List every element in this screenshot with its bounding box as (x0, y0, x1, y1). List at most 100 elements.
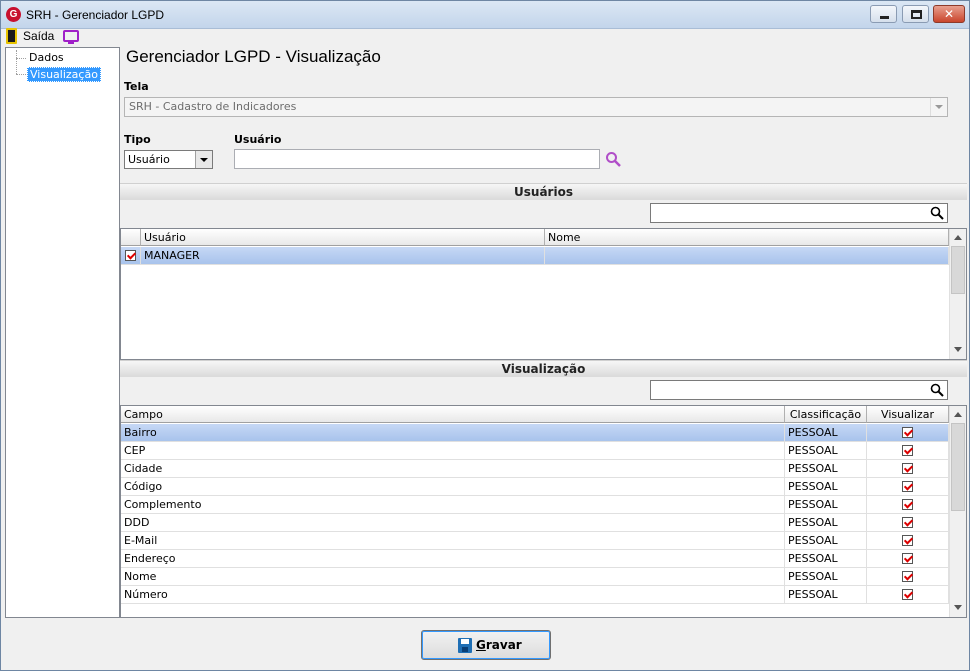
window-title: SRH - Gerenciador LGPD (26, 8, 165, 22)
cell-visualizar[interactable] (867, 478, 949, 496)
save-button[interactable]: Gravar (421, 630, 551, 660)
cell-campo: Complemento (121, 496, 785, 514)
tela-select[interactable]: SRH - Cadastro de Indicadores (124, 97, 948, 117)
save-label-rest: ravar (485, 638, 522, 652)
usuarios-section-header: Usuários (120, 183, 967, 200)
vertical-scrollbar[interactable] (949, 406, 966, 617)
visualizar-checkbox[interactable] (902, 553, 913, 564)
checkbox-column-header[interactable] (121, 229, 141, 246)
close-button[interactable]: ✕ (933, 5, 965, 23)
tree-connector (16, 50, 17, 74)
tipo-select[interactable]: Usuário (124, 150, 213, 169)
visualizacao-grid: Campo Classificação Visualizar Bairro PES… (120, 405, 967, 618)
table-row[interactable]: Cidade PESSOAL (121, 460, 949, 478)
cell-campo: E-Mail (121, 532, 785, 550)
table-row[interactable]: Código PESSOAL (121, 478, 949, 496)
tipo-select-value: Usuário (128, 153, 170, 166)
table-row[interactable]: E-Mail PESSOAL (121, 532, 949, 550)
scroll-down-icon[interactable] (954, 347, 962, 352)
column-header-campo[interactable]: Campo (121, 406, 785, 423)
search-icon[interactable] (930, 206, 944, 220)
cell-campo: Bairro (121, 424, 785, 442)
visualizar-checkbox[interactable] (902, 535, 913, 546)
cell-campo: Número (121, 586, 785, 604)
cell-visualizar[interactable] (867, 460, 949, 478)
visualizar-checkbox[interactable] (902, 499, 913, 510)
maximize-button[interactable] (902, 5, 929, 23)
usuarios-grid: Usuário Nome MANAGER (120, 228, 967, 360)
cell-classificacao: PESSOAL (785, 514, 867, 532)
cell-visualizar[interactable] (867, 496, 949, 514)
row-checkbox[interactable] (125, 250, 136, 261)
row-check-cell[interactable] (121, 247, 141, 265)
usuarios-filter-input[interactable] (650, 203, 948, 223)
save-button-label: Gravar (476, 638, 522, 652)
visualizar-checkbox[interactable] (902, 571, 913, 582)
cell-visualizar[interactable] (867, 442, 949, 460)
cell-visualizar[interactable] (867, 586, 949, 604)
cell-campo: DDD (121, 514, 785, 532)
table-row[interactable]: Endereço PESSOAL (121, 550, 949, 568)
visualizar-checkbox[interactable] (902, 445, 913, 456)
cell-campo: Cidade (121, 460, 785, 478)
column-header-nome[interactable]: Nome (545, 229, 949, 246)
scroll-down-icon[interactable] (954, 605, 962, 610)
cell-visualizar[interactable] (867, 424, 949, 442)
cell-usuario: MANAGER (141, 247, 545, 265)
cell-classificacao: PESSOAL (785, 532, 867, 550)
cell-visualizar[interactable] (867, 532, 949, 550)
cell-campo: Nome (121, 568, 785, 586)
exit-door-icon[interactable] (6, 28, 17, 44)
visualizar-checkbox[interactable] (902, 463, 913, 474)
exit-menu-item[interactable]: Saída (23, 29, 54, 44)
usuario-input[interactable] (234, 149, 600, 169)
minimize-icon (880, 16, 889, 19)
cell-classificacao: PESSOAL (785, 442, 867, 460)
column-header-visualizar[interactable]: Visualizar (867, 406, 949, 423)
chevron-down-icon[interactable] (930, 98, 947, 116)
cell-visualizar[interactable] (867, 550, 949, 568)
cell-campo: Endereço (121, 550, 785, 568)
vertical-scrollbar[interactable] (949, 229, 966, 359)
tree-item-visualizacao[interactable]: Visualização (27, 67, 101, 82)
maximize-icon (911, 10, 922, 19)
cell-classificacao: PESSOAL (785, 424, 867, 442)
cell-visualizar[interactable] (867, 514, 949, 532)
table-row[interactable]: Complemento PESSOAL (121, 496, 949, 514)
minimize-button[interactable] (870, 5, 897, 23)
tela-select-value: SRH - Cadastro de Indicadores (129, 100, 297, 113)
visualizacao-filter-input[interactable] (650, 380, 948, 400)
visualizar-checkbox[interactable] (902, 427, 913, 438)
search-icon[interactable] (605, 151, 622, 168)
table-row[interactable]: DDD PESSOAL (121, 514, 949, 532)
table-row[interactable]: MANAGER (121, 247, 949, 265)
cell-classificacao: PESSOAL (785, 460, 867, 478)
cell-nome (545, 247, 949, 265)
close-icon: ✕ (943, 7, 955, 21)
tree-item-dados[interactable]: Dados (27, 51, 66, 64)
page-title: Gerenciador LGPD - Visualização (126, 47, 381, 66)
column-header-usuario[interactable]: Usuário (141, 229, 545, 246)
cell-classificacao: PESSOAL (785, 478, 867, 496)
title-bar[interactable]: G SRH - Gerenciador LGPD ✕ (1, 1, 969, 29)
cell-visualizar[interactable] (867, 568, 949, 586)
column-header-classificacao[interactable]: Classificação (785, 406, 867, 423)
cell-classificacao: PESSOAL (785, 550, 867, 568)
table-row[interactable]: Número PESSOAL (121, 586, 949, 604)
app-logo-icon: G (6, 7, 21, 22)
table-row[interactable]: Nome PESSOAL (121, 568, 949, 586)
table-row[interactable]: CEP PESSOAL (121, 442, 949, 460)
monitor-icon[interactable] (63, 30, 79, 44)
visualizar-checkbox[interactable] (902, 517, 913, 528)
visualizar-checkbox[interactable] (902, 481, 913, 492)
scrollbar-thumb[interactable] (951, 423, 965, 511)
scroll-up-icon[interactable] (954, 235, 962, 240)
table-row[interactable]: Bairro PESSOAL (121, 424, 949, 442)
scroll-up-icon[interactable] (954, 412, 962, 417)
cell-campo: Código (121, 478, 785, 496)
chevron-down-icon[interactable] (195, 151, 212, 168)
scrollbar-thumb[interactable] (951, 246, 965, 294)
visualizar-checkbox[interactable] (902, 589, 913, 600)
save-hotkey-letter: G (476, 638, 486, 652)
search-icon[interactable] (930, 383, 944, 397)
